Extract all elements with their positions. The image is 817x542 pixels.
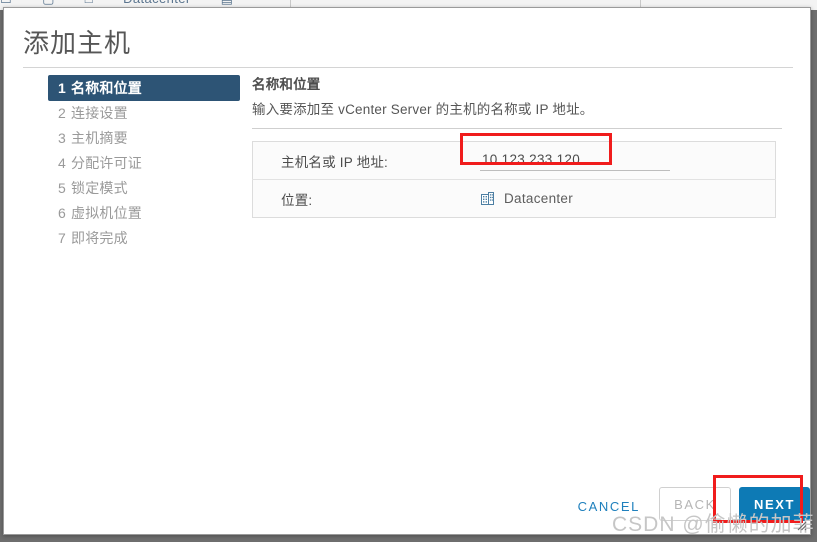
step-label: 连接设置 [71,105,128,121]
location-value-cell: Datacenter [478,179,776,218]
next-button[interactable]: NEXT [739,487,810,521]
sidebar-item-step-4[interactable]: 4 分配许可证 [48,151,240,176]
background-icon-4: ▤ [221,0,234,7]
step-label: 名称和位置 [71,80,142,96]
cancel-button[interactable]: CANCEL [574,493,644,520]
datacenter-icon [480,191,496,207]
background-icon-2: ▢ [42,0,55,7]
step-label: 分配许可证 [71,155,142,171]
step-number: 4 [58,155,66,171]
step-number: 2 [58,105,66,121]
background-breadcrumb-label: Datacenter [123,0,191,6]
wizard-step-list: 1 名称和位置 2 连接设置 3 主机摘要 4 分配许可证 5 锁定模式 6 虚拟机位置 7… [48,75,240,251]
step-label: 主机摘要 [71,130,128,146]
hostname-value-cell [478,142,776,180]
step-label: 锁定模式 [71,180,128,196]
table-row-location: 位置: Datacenter [252,179,776,218]
content-heading: 名称和位置 [252,77,321,92]
resize-grip-handle[interactable] [794,518,807,531]
page-title: 添加主机 [23,28,132,58]
host-form-table: 主机名或 IP 地址: 位置: [252,141,776,218]
table-row-hostname: 主机名或 IP 地址: [253,142,776,180]
title-divider [23,67,793,68]
wizard-content-pane: 名称和位置 输入要添加至 vCenter Server 的主机的名称或 IP 地… [252,76,782,218]
sidebar-item-step-6[interactable]: 6 虚拟机位置 [48,201,240,226]
step-number: 6 [58,205,66,221]
step-label: 即将完成 [71,230,128,246]
sidebar-item-step-3[interactable]: 3 主机摘要 [48,126,240,151]
background-icon-1: ☐ [0,0,12,7]
hostname-input[interactable] [480,150,670,171]
step-number: 7 [58,230,66,246]
step-number: 5 [58,180,66,196]
sidebar-item-step-1[interactable]: 1 名称和位置 [48,75,240,101]
sidebar-item-step-2[interactable]: 2 连接设置 [48,101,240,126]
sidebar-item-step-7[interactable]: 7 即将完成 [48,226,240,251]
content-divider [252,128,782,129]
location-value-row: Datacenter [480,191,774,207]
location-name: Datacenter [504,191,574,206]
add-host-dialog: 添加主机 1 名称和位置 2 连接设置 3 主机摘要 4 分配许可证 5 锁定模式 6 虚拟… [3,7,811,535]
hostname-label: 主机名或 IP 地址: [281,154,388,170]
location-label: 位置: [252,179,478,218]
sidebar-item-step-5[interactable]: 5 锁定模式 [48,176,240,201]
background-icon-3: □ [85,0,93,6]
step-number: 1 [58,80,66,96]
back-button[interactable]: BACK [659,487,731,521]
step-number: 3 [58,130,66,146]
content-description: 输入要添加至 vCenter Server 的主机的名称或 IP 地址。 [252,102,594,117]
dialog-footer: CANCEL BACK NEXT [4,484,812,530]
step-label: 虚拟机位置 [71,205,142,221]
